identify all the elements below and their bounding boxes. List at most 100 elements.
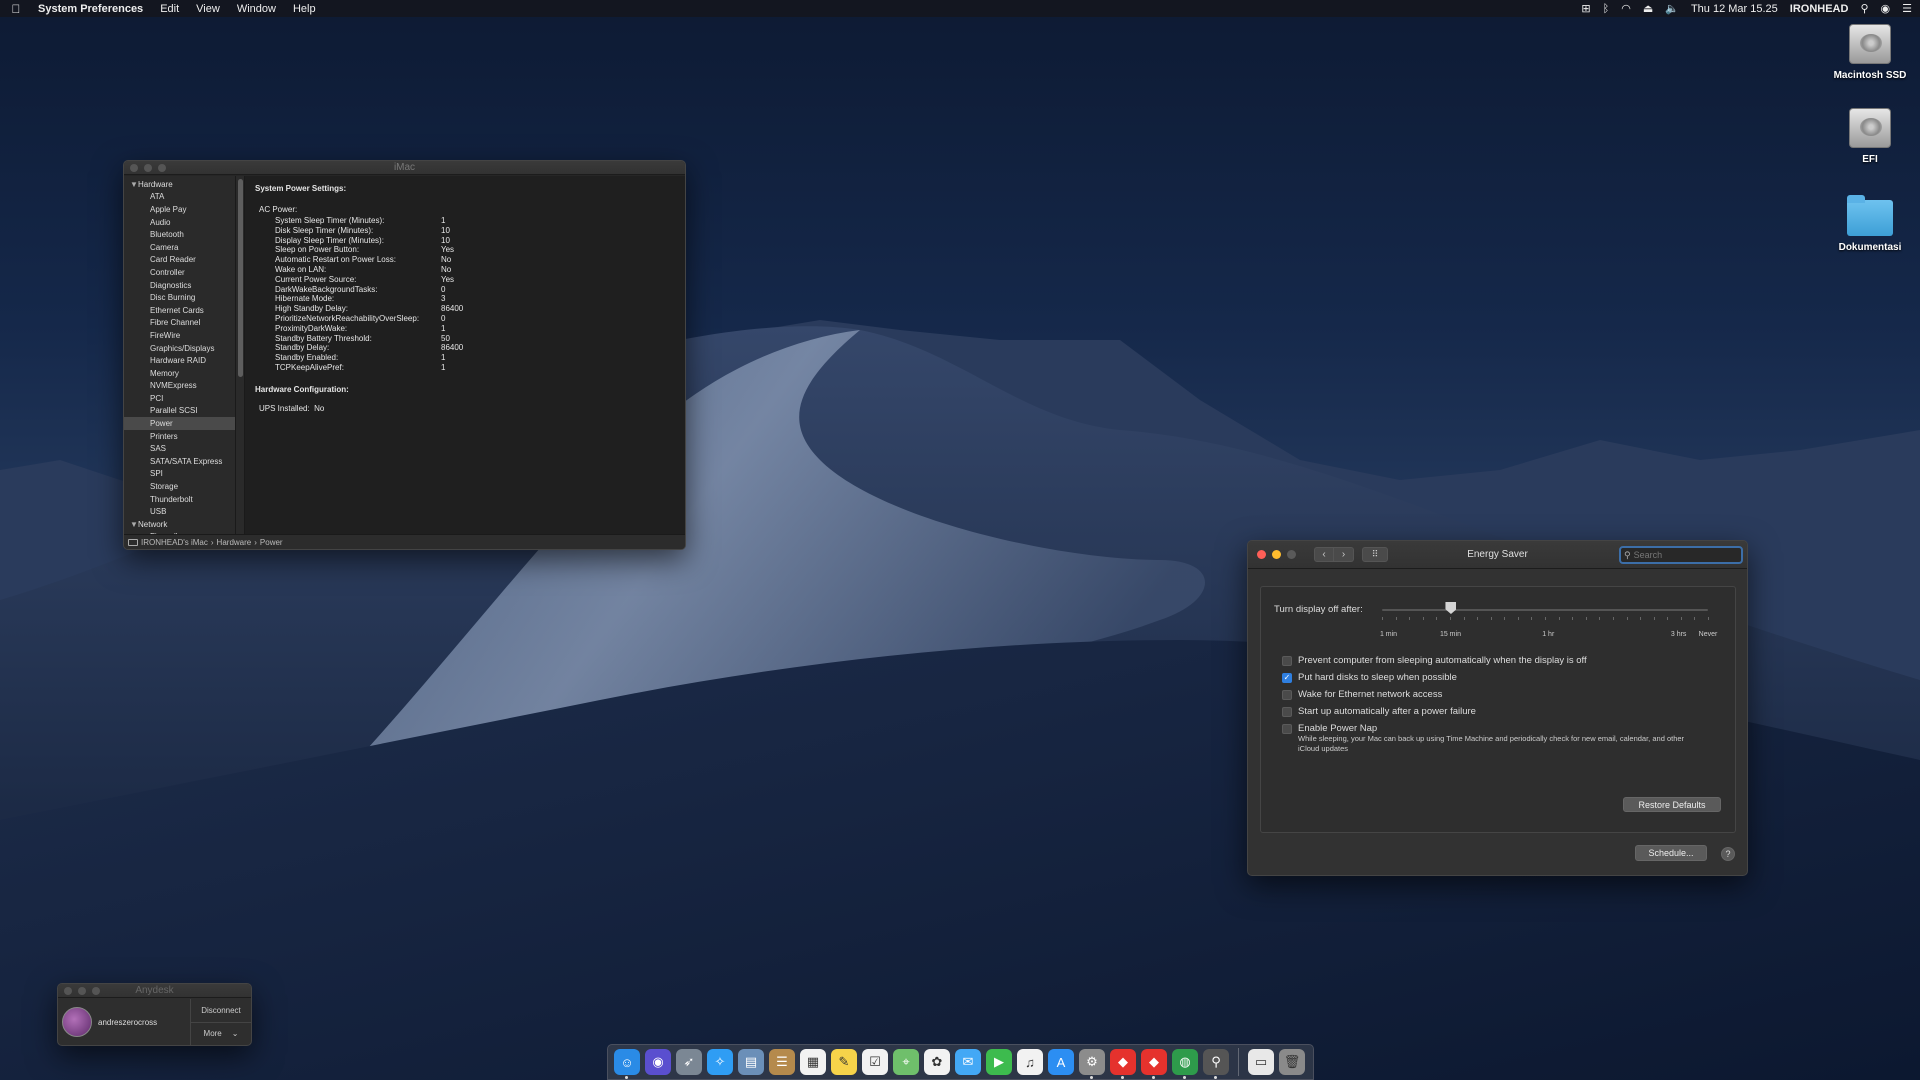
breadcrumb-item[interactable]: Power (260, 538, 283, 547)
contacts-icon[interactable]: ☰ (769, 1049, 795, 1075)
reminders-icon[interactable]: ☑ (862, 1049, 888, 1075)
safari-icon[interactable]: ✧ (707, 1049, 733, 1075)
disclosure-triangle-icon[interactable]: ▼ (130, 180, 138, 189)
minimize-button[interactable] (1272, 550, 1281, 559)
help-button[interactable]: ? (1721, 847, 1735, 861)
sidebar-item[interactable]: NVMExpress (124, 380, 235, 393)
checkbox[interactable] (1282, 655, 1292, 666)
sidebar-item[interactable]: Camera (124, 241, 235, 254)
finder-icon[interactable]: ☺ (614, 1049, 640, 1079)
option-row[interactable]: ✓ Put hard disks to sleep when possible (1282, 672, 1457, 683)
sidebar-item[interactable]: SPI (124, 468, 235, 481)
sidebar-group-network[interactable]: ▼Network (124, 518, 235, 531)
display-sleep-slider[interactable] (1382, 609, 1708, 611)
back-button[interactable]: ‹ (1314, 547, 1334, 562)
close-button[interactable] (64, 986, 72, 995)
option-row[interactable]: Enable Power Nap (1282, 723, 1377, 734)
search-field[interactable]: ⚲ (1619, 546, 1743, 564)
facetime-icon[interactable]: ▶ (986, 1049, 1012, 1075)
slider-thumb[interactable] (1445, 602, 1457, 614)
preview-icon[interactable]: ▤ (738, 1049, 764, 1075)
apple-menu-icon[interactable]:  (8, 2, 24, 16)
breadcrumb-item[interactable]: IRONHEAD's iMac (141, 538, 208, 547)
more-button[interactable]: More ⌄ (191, 1023, 251, 1046)
eject-icon[interactable]: ⏏ (1643, 2, 1653, 15)
sidebar-item[interactable]: Audio (124, 216, 235, 229)
notes-icon[interactable]: ✎ (831, 1049, 857, 1075)
checkbox[interactable] (1282, 723, 1292, 734)
siri-menu-icon[interactable]: ◉ (1881, 2, 1891, 15)
menu-user[interactable]: IRONHEAD (1790, 3, 1849, 15)
sidebar-item[interactable]: Diagnostics (124, 279, 235, 292)
menu-help[interactable]: Help (293, 3, 316, 15)
messages-icon[interactable]: ✉ (955, 1049, 981, 1075)
sidebar-item[interactable]: Memory (124, 367, 235, 380)
option-row[interactable]: Wake for Ethernet network access (1282, 689, 1442, 700)
checkbox[interactable] (1282, 689, 1292, 700)
system-preferences-icon[interactable]: ⚙ (1079, 1049, 1105, 1079)
sidebar-item[interactable]: ATA (124, 191, 235, 204)
window-toolbar[interactable]: ‹ › ⠿ Energy Saver ⚲ (1248, 541, 1747, 569)
show-all-button[interactable]: ⠿ (1362, 547, 1388, 562)
sidebar-item[interactable]: SAS (124, 442, 235, 455)
sidebar-item[interactable]: Disc Burning (124, 291, 235, 304)
sidebar-item[interactable]: Fibre Channel (124, 317, 235, 330)
siri-icon[interactable]: ◉ (645, 1049, 671, 1075)
checkbox[interactable] (1282, 706, 1292, 717)
system-information-icon[interactable]: ◍ (1172, 1049, 1198, 1079)
zoom-button[interactable] (92, 986, 100, 995)
sidebar-item[interactable]: Hardware RAID (124, 354, 235, 367)
scrollbar-thumb[interactable] (238, 179, 243, 377)
sidebar-item[interactable]: Storage (124, 480, 235, 493)
search-input[interactable] (1633, 550, 1730, 560)
close-button[interactable] (1257, 550, 1266, 559)
option-row[interactable]: Prevent computer from sleeping automatic… (1282, 655, 1587, 666)
sidebar-item[interactable]: Bluetooth (124, 228, 235, 241)
zoom-button[interactable] (1287, 550, 1296, 559)
restore-defaults-button[interactable]: Restore Defaults (1623, 797, 1721, 812)
itunes-icon[interactable]: ♫ (1017, 1049, 1043, 1075)
disclosure-triangle-icon[interactable]: ▼ (130, 520, 138, 529)
desktop-icon-macintosh-ssd[interactable]: Macintosh SSD (1825, 24, 1915, 81)
forward-button[interactable]: › (1334, 547, 1354, 562)
schedule-button[interactable]: Schedule... (1635, 845, 1707, 861)
menu-clock[interactable]: Thu 12 Mar 15.25 (1691, 3, 1778, 15)
anydesk-alt-icon[interactable]: ◆ (1141, 1049, 1167, 1079)
window-titlebar[interactable]: iMac (124, 161, 685, 175)
sidebar-item[interactable]: Graphics/Displays (124, 342, 235, 355)
volume-icon[interactable]: 🔈 (1665, 2, 1679, 15)
bluetooth-icon[interactable]: ᛒ (1603, 3, 1610, 15)
desktop-icon-dokumentasi[interactable]: Dokumentasi (1825, 195, 1915, 253)
checkbox[interactable]: ✓ (1282, 672, 1292, 683)
desktop-icon-efi[interactable]: EFI (1825, 108, 1915, 165)
photos-icon[interactable]: ✿ (924, 1049, 950, 1075)
menu-app-name[interactable]: System Preferences (38, 3, 143, 15)
document-icon[interactable]: ▭ (1248, 1049, 1274, 1075)
sidebar-item[interactable]: Card Reader (124, 254, 235, 267)
spotlight-icon[interactable]: ⚲ (1860, 2, 1868, 15)
breadcrumb-item[interactable]: Hardware (217, 538, 252, 547)
sidebar-item[interactable]: Ethernet Cards (124, 304, 235, 317)
menu-window[interactable]: Window (237, 3, 276, 15)
sidebar-group-hardware[interactable]: ▼Hardware (124, 178, 235, 191)
sidebar-item[interactable]: PCI (124, 392, 235, 405)
sidebar-item[interactable]: FireWire (124, 329, 235, 342)
sidebar-item[interactable]: Thunderbolt (124, 493, 235, 506)
sidebar-item[interactable]: Parallel SCSI (124, 405, 235, 418)
zoom-button[interactable] (158, 163, 166, 172)
sidebar-item[interactable]: SATA/SATA Express (124, 455, 235, 468)
wifi-icon[interactable]: ◠ (1621, 2, 1631, 15)
option-row[interactable]: Start up automatically after a power fai… (1282, 706, 1476, 717)
app-store-icon[interactable]: A (1048, 1049, 1074, 1075)
minimize-button[interactable] (144, 163, 152, 172)
sidebar-item[interactable]: Power (124, 417, 235, 430)
calendar-icon[interactable]: ▦ (800, 1049, 826, 1075)
sidebar-item[interactable]: Apple Pay (124, 203, 235, 216)
sidebar-item[interactable]: USB (124, 505, 235, 518)
notification-center-icon[interactable]: ☰ (1902, 2, 1912, 15)
launchpad-icon[interactable]: ➶ (676, 1049, 702, 1075)
anydesk-icon[interactable]: ◆ (1110, 1049, 1136, 1079)
menu-view[interactable]: View (196, 3, 220, 15)
sidebar-item[interactable]: Controller (124, 266, 235, 279)
input-source-icon[interactable]: ⊞ (1581, 2, 1590, 15)
